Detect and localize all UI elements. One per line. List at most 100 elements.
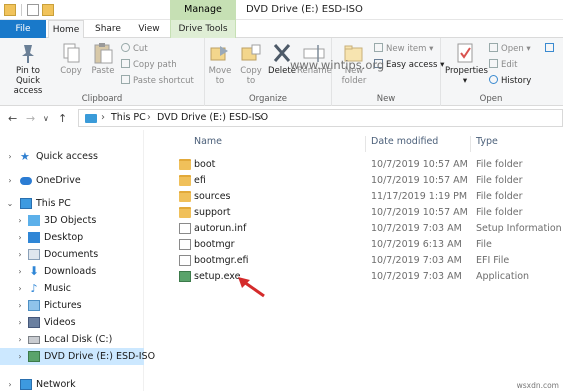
column-header-date[interactable]: Date modified	[371, 136, 438, 152]
file-row-setup-exe[interactable]: setup.exe 10/7/2019 7:03 AM Application	[172, 269, 563, 285]
tab-view[interactable]: View	[132, 20, 166, 38]
tab-share[interactable]: Share	[88, 20, 128, 38]
paste-shortcut-button[interactable]: Paste shortcut	[121, 75, 194, 87]
breadcrumb-this-pc[interactable]: This PC	[111, 112, 146, 123]
cut-button[interactable]: Cut	[121, 43, 148, 55]
history-icon	[489, 75, 498, 84]
breadcrumb-separator-icon: ›	[147, 112, 151, 123]
chevron-right-icon[interactable]: ›	[15, 280, 25, 297]
properties-button[interactable]: Properties ▾	[445, 42, 488, 86]
chevron-right-icon[interactable]: ›	[15, 331, 25, 348]
nav-item-this-pc[interactable]: ⌄ This PC	[0, 195, 144, 212]
copy-button[interactable]: Copy	[56, 42, 86, 76]
file-row[interactable]: bootmgr 10/7/2019 6:13 AM File	[172, 237, 563, 253]
nav-item-3d-objects[interactable]: › 3D Objects	[0, 212, 144, 229]
column-header-name[interactable]: Name	[194, 136, 222, 152]
properties-icon	[453, 42, 477, 64]
desktop-icon	[28, 232, 40, 243]
file-row[interactable]: sources 11/17/2019 1:19 PM File folder	[172, 189, 563, 205]
tab-drive-tools[interactable]: Drive Tools	[170, 20, 236, 38]
nav-item-music[interactable]: › ♪ Music	[0, 280, 144, 297]
breadcrumb-separator-icon: ›	[101, 112, 105, 123]
organize-group-label: Organize	[248, 94, 288, 104]
nav-item-onedrive[interactable]: › OneDrive	[0, 172, 144, 189]
file-type: File folder	[476, 175, 523, 186]
nav-item-pictures[interactable]: › Pictures	[0, 297, 144, 314]
edit-button[interactable]: Edit	[489, 59, 517, 71]
file-row[interactable]: autorun.inf 10/7/2019 7:03 AM Setup Info…	[172, 221, 563, 237]
chevron-right-icon[interactable]: ›	[15, 212, 25, 229]
tab-file[interactable]: File	[0, 20, 46, 38]
move-to-button[interactable]: Move to	[205, 42, 235, 86]
file-type: Application	[476, 271, 530, 282]
nav-item-network[interactable]: › Network	[0, 376, 144, 391]
paste-label: Paste	[91, 66, 115, 76]
chevron-right-icon[interactable]: ›	[5, 376, 15, 391]
copy-path-button[interactable]: Copy path	[121, 59, 177, 71]
forward-arrow-icon[interactable]: →	[26, 112, 35, 125]
nav-item-label: 3D Objects	[44, 215, 97, 226]
address-bar[interactable]: › This PC › DVD Drive (E:) ESD-ISO ›	[78, 109, 563, 127]
chevron-right-icon[interactable]: ›	[15, 246, 25, 263]
file-name: efi	[194, 175, 206, 186]
open-button[interactable]: Open ▾	[489, 43, 531, 55]
column-header-type[interactable]: Type	[476, 136, 498, 152]
select-all-button[interactable]	[545, 43, 557, 55]
nav-item-quick-access[interactable]: › ★ Quick access	[0, 148, 144, 165]
file-name: bootmgr	[194, 239, 235, 250]
tab-home[interactable]: Home	[48, 20, 84, 39]
folder-icon	[179, 175, 191, 186]
chevron-right-icon[interactable]: ›	[15, 314, 25, 331]
chevron-right-icon[interactable]: ›	[5, 148, 15, 165]
up-arrow-icon[interactable]: ↑	[58, 112, 67, 125]
settings-file-icon	[179, 223, 191, 234]
pin-icon	[16, 42, 40, 64]
nav-item-videos[interactable]: › Videos	[0, 314, 144, 331]
chevron-right-icon[interactable]: ›	[15, 348, 25, 365]
paste-shortcut-icon	[121, 75, 130, 84]
file-name: boot	[194, 159, 216, 170]
cloud-icon	[20, 177, 32, 185]
computer-icon	[20, 198, 32, 209]
file-row[interactable]: boot 10/7/2019 10:57 AM File folder	[172, 157, 563, 173]
file-type: File	[476, 239, 492, 250]
history-button[interactable]: History	[489, 75, 531, 87]
nav-item-documents[interactable]: › Documents	[0, 246, 144, 263]
chevron-right-icon[interactable]: ›	[15, 263, 25, 280]
column-divider[interactable]	[470, 136, 471, 152]
pin-to-quick-access-button[interactable]: Pin to Quick access	[4, 42, 52, 96]
nav-item-desktop[interactable]: › Desktop	[0, 229, 144, 246]
recent-locations-chevron-icon[interactable]: ∨	[43, 114, 49, 123]
easy-access-button[interactable]: Easy access ▾	[374, 59, 444, 71]
file-row[interactable]: support 10/7/2019 10:57 AM File folder	[172, 205, 563, 221]
new-folder-icon[interactable]	[42, 4, 54, 16]
properties-label: Properties	[445, 66, 488, 76]
chevron-right-icon[interactable]: ›	[15, 229, 25, 246]
file-explorer-window: Manage DVD Drive (E:) ESD-ISO File Home …	[0, 0, 563, 391]
new-item-icon	[374, 43, 383, 52]
properties-check-icon[interactable]	[27, 4, 39, 16]
chevron-down-icon[interactable]: ⌄	[5, 195, 15, 212]
nav-item-local-disk[interactable]: › Local Disk (C:)	[0, 331, 144, 348]
nav-item-dvd-drive[interactable]: › DVD Drive (E:) ESD-ISO	[0, 348, 155, 365]
file-row[interactable]: bootmgr.efi 10/7/2019 7:03 AM EFI File	[172, 253, 563, 269]
file-type: File folder	[476, 159, 523, 170]
new-item-button[interactable]: New item ▾	[374, 43, 433, 55]
network-icon	[20, 379, 32, 390]
back-arrow-icon[interactable]: ←	[8, 112, 17, 125]
breadcrumb-dvd-drive[interactable]: DVD Drive (E:) ESD-ISO	[157, 112, 268, 123]
paste-button[interactable]: Paste	[88, 42, 118, 76]
file-date: 10/7/2019 10:57 AM	[371, 175, 468, 186]
nav-item-label: Pictures	[44, 300, 82, 311]
navigation-pane: › ★ Quick access › OneDrive ⌄ This PC › …	[0, 130, 155, 391]
paste-shortcut-label: Paste shortcut	[133, 76, 194, 86]
chevron-right-icon[interactable]: ›	[15, 297, 25, 314]
nav-item-downloads[interactable]: › ⬇ Downloads	[0, 263, 144, 280]
column-divider[interactable]	[365, 136, 366, 152]
file-row[interactable]: efi 10/7/2019 10:57 AM File folder	[172, 173, 563, 189]
copy-to-button[interactable]: Copy to	[235, 42, 267, 86]
manage-context-tab[interactable]: Manage	[170, 0, 236, 20]
title-bar: Manage DVD Drive (E:) ESD-ISO	[0, 0, 563, 20]
chevron-right-icon[interactable]: ›	[5, 172, 15, 189]
edit-icon	[489, 59, 498, 68]
